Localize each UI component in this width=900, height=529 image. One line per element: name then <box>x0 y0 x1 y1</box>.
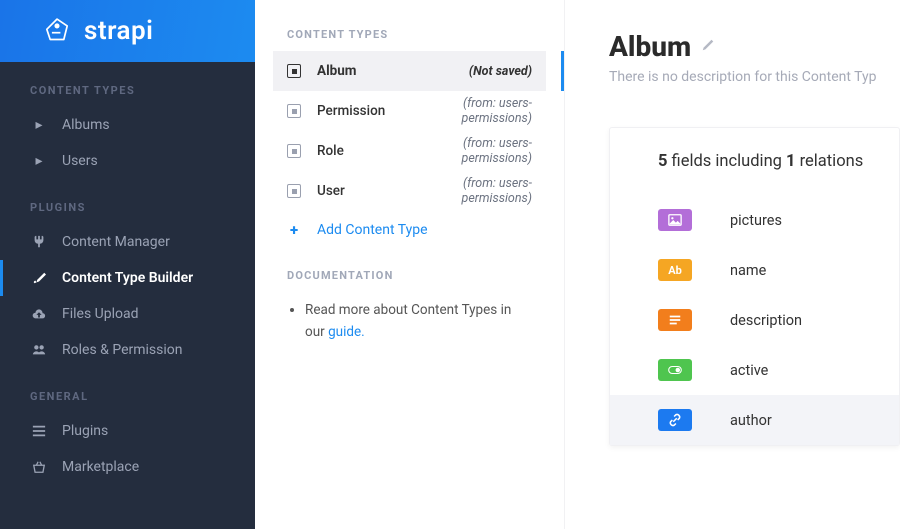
square-dot-icon <box>287 184 301 198</box>
content-type-row-user[interactable]: User (from: users-permissions) <box>273 171 546 211</box>
triangle-right-icon: ▸ <box>30 117 48 133</box>
sidebar-item-label: Marketplace <box>62 459 139 475</box>
sidebar-item-label: Albums <box>62 117 110 133</box>
sidebar-item-roles-permission[interactable]: Roles & Permission <box>0 332 255 368</box>
square-dot-icon <box>287 104 301 118</box>
detail-title: Album <box>609 30 900 63</box>
basket-icon <box>30 460 48 474</box>
field-name: description <box>730 312 802 329</box>
fields-head-text1: fields including <box>667 152 786 171</box>
sidebar-item-albums[interactable]: ▸ Albums <box>0 107 255 143</box>
detail-subtitle: There is no description for this Content… <box>609 69 900 85</box>
content-type-meta: (Not saved) <box>417 64 532 79</box>
content-type-name: User <box>317 183 401 199</box>
field-row-author[interactable]: author <box>610 395 899 445</box>
panel-section-content-types: Content Types <box>273 28 546 51</box>
sidebar-item-label: Content Type Builder <box>62 270 193 286</box>
content-type-name: Permission <box>317 103 401 119</box>
sidebar-item-label: Roles & Permission <box>62 342 182 358</box>
media-type-icon <box>658 209 692 231</box>
plus-icon: + <box>287 221 301 239</box>
sidebar-item-users[interactable]: ▸ Users <box>0 143 255 179</box>
sidebar-item-content-manager[interactable]: Content Manager <box>0 224 255 260</box>
field-row-description[interactable]: description <box>610 295 899 345</box>
sidebar-section-plugins: Plugins <box>0 179 255 224</box>
fields-card: 5 fields including 1 relations pictures … <box>609 127 900 446</box>
sidebar-section-content-types: Content Types <box>0 62 255 107</box>
sidebar-item-label: Files Upload <box>62 306 139 322</box>
square-dot-icon <box>287 64 301 78</box>
content-type-name: Album <box>317 63 401 79</box>
relations-count: 1 <box>786 152 795 171</box>
content-type-list: Album (Not saved) Permission (from: user… <box>273 51 546 211</box>
doc-guide-link[interactable]: guide. <box>328 324 365 340</box>
sidebar-item-label: Plugins <box>62 423 108 439</box>
strapi-logo-icon <box>40 14 74 48</box>
triangle-right-icon: ▸ <box>30 153 48 169</box>
content-type-row-album[interactable]: Album (Not saved) <box>273 51 546 91</box>
brush-icon <box>30 271 48 285</box>
panel-section-documentation: Documentation <box>273 269 546 292</box>
sidebar-item-plugins[interactable]: Plugins <box>0 413 255 449</box>
field-row-name[interactable]: Ab name <box>610 245 899 295</box>
content-type-row-permission[interactable]: Permission (from: users-permissions) <box>273 91 546 131</box>
relation-type-icon <box>658 409 692 431</box>
detail-title-text: Album <box>609 30 691 63</box>
cloud-upload-icon <box>30 307 48 321</box>
field-name: active <box>730 362 768 379</box>
content-type-meta: (from: users-permissions) <box>417 136 532 166</box>
brand[interactable]: strapi <box>0 0 255 62</box>
sidebar-item-content-type-builder[interactable]: Content Type Builder <box>0 260 255 296</box>
sidebar-item-marketplace[interactable]: Marketplace <box>0 449 255 485</box>
field-name: pictures <box>730 212 782 229</box>
add-content-type-label: Add Content Type <box>317 222 428 238</box>
content-type-meta: (from: users-permissions) <box>417 176 532 206</box>
field-name: name <box>730 262 766 279</box>
field-row-pictures[interactable]: pictures <box>610 195 899 245</box>
documentation-text: Read more about Content Types in our gui… <box>273 292 546 351</box>
fields-head-text2: relations <box>796 152 864 171</box>
sidebar: strapi Content Types ▸ Albums ▸ Users Pl… <box>0 0 255 529</box>
add-content-type-button[interactable]: + Add Content Type <box>273 211 546 269</box>
plug-icon <box>30 235 48 249</box>
content-type-name: Role <box>317 143 401 159</box>
content-type-detail: Album There is no description for this C… <box>565 0 900 529</box>
fields-heading: 5 fields including 1 relations <box>610 128 899 195</box>
field-name: author <box>730 412 772 429</box>
boolean-type-icon <box>658 359 692 381</box>
sidebar-item-label: Content Manager <box>62 234 170 250</box>
users-icon <box>30 343 48 357</box>
sidebar-item-files-upload[interactable]: Files Upload <box>0 296 255 332</box>
sidebar-item-label: Users <box>62 153 98 169</box>
text-type-icon <box>658 309 692 331</box>
square-dot-icon <box>287 144 301 158</box>
content-type-row-role[interactable]: Role (from: users-permissions) <box>273 131 546 171</box>
brand-name: strapi <box>84 16 153 46</box>
pencil-icon[interactable] <box>701 38 715 56</box>
content-type-meta: (from: users-permissions) <box>417 96 532 126</box>
content-types-panel: Content Types Album (Not saved) Permissi… <box>255 0 565 529</box>
field-row-active[interactable]: active <box>610 345 899 395</box>
sidebar-section-general: General <box>0 368 255 413</box>
list-icon <box>30 424 48 438</box>
string-type-icon: Ab <box>658 259 692 281</box>
